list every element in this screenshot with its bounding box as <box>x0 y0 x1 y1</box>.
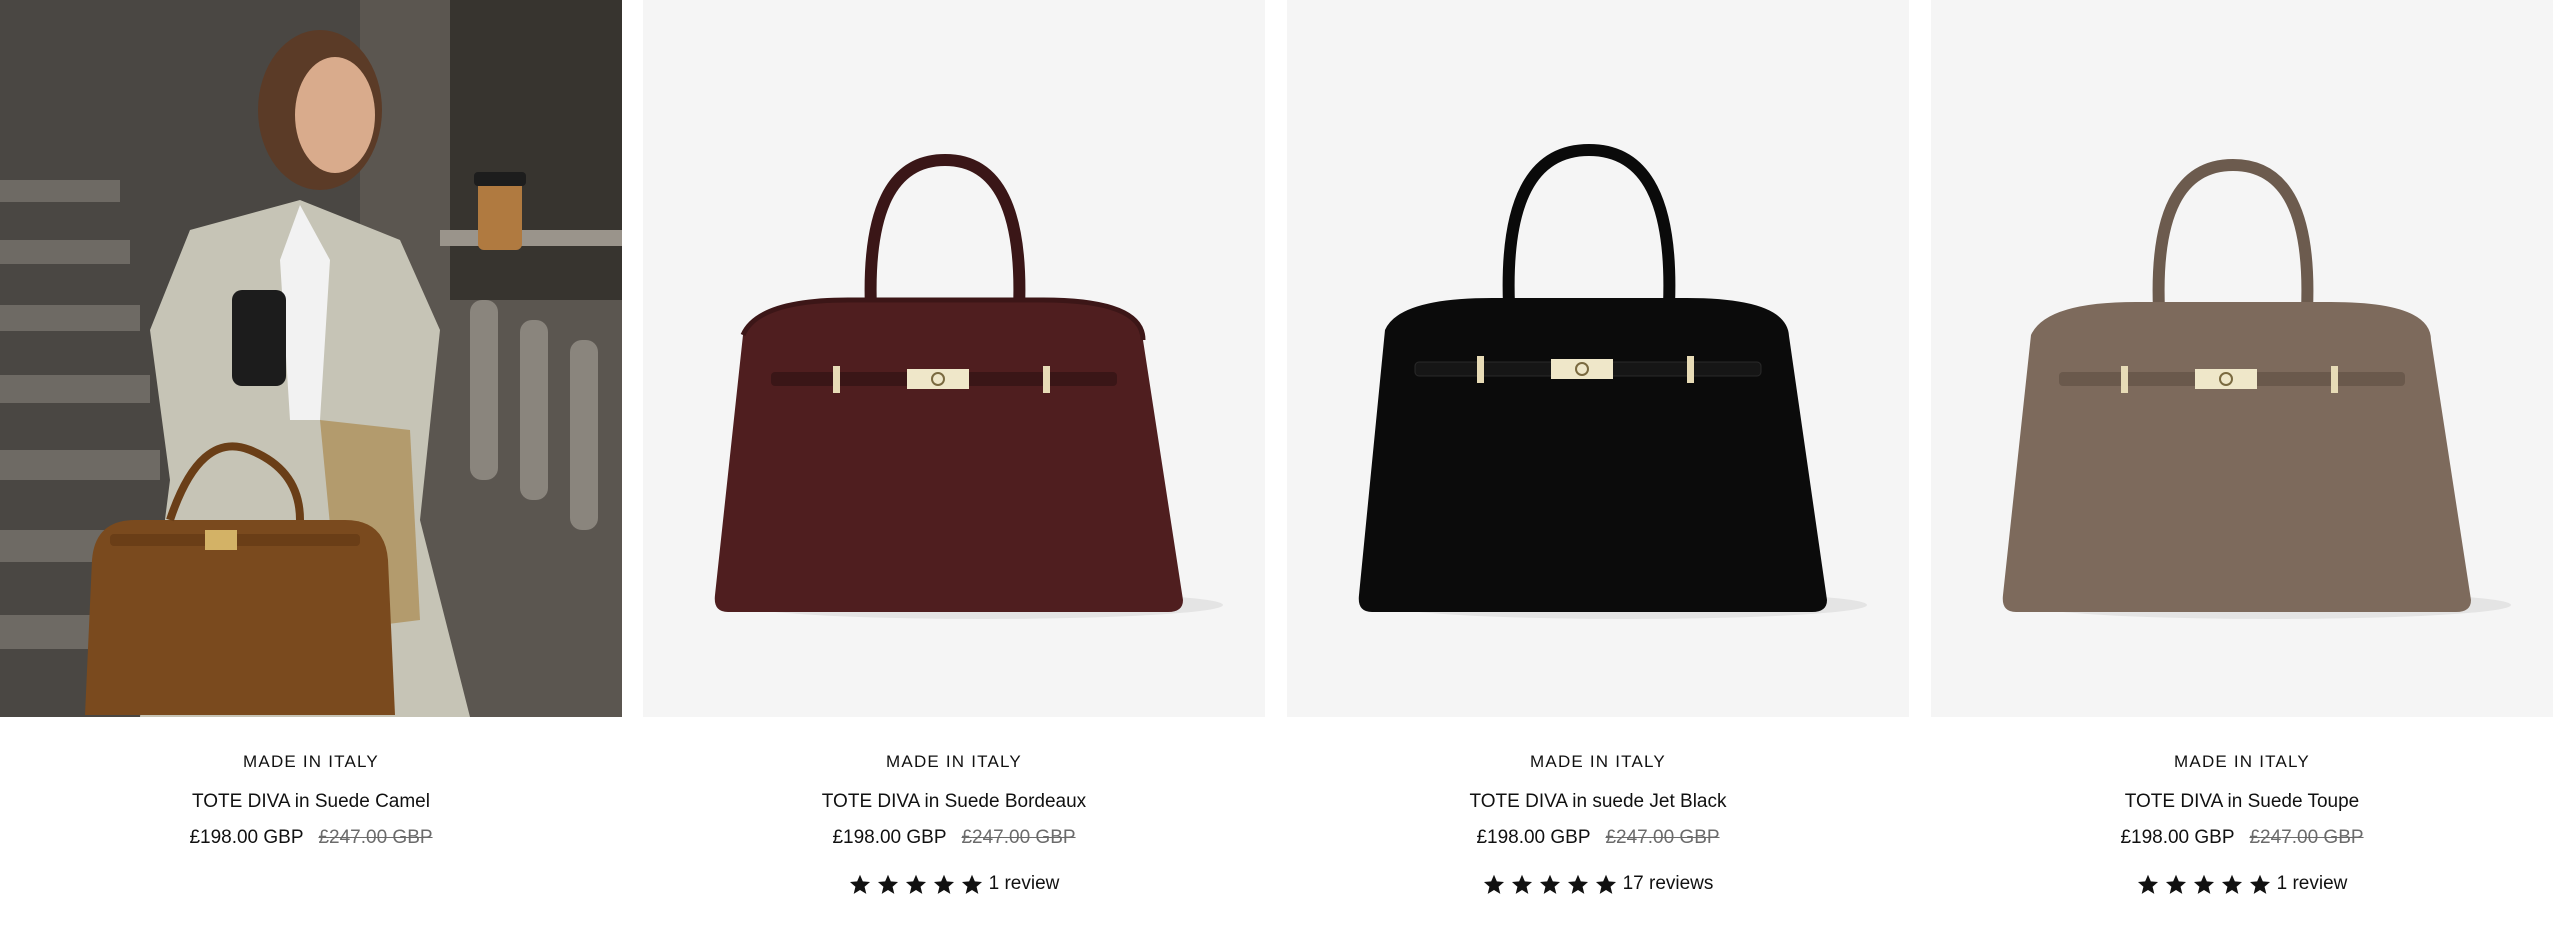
product-rating[interactable]: 17 reviews <box>1287 873 1909 895</box>
handbag-black-image <box>1358 143 1867 619</box>
product-title-link[interactable]: TOTE DIVA in Suede Toupe <box>2125 791 2359 813</box>
lifestyle-photo <box>0 0 622 717</box>
star-icon <box>961 874 983 895</box>
star-rating <box>1483 874 1617 895</box>
sale-price: £198.00 GBP <box>2120 827 2235 848</box>
compare-price: £247.00 GBP <box>2249 827 2364 848</box>
compare-price: £247.00 GBP <box>1605 827 1720 848</box>
product-rating[interactable]: 1 review <box>1931 873 2553 895</box>
compare-price: £247.00 GBP <box>961 827 1076 848</box>
sale-price: £198.00 GBP <box>1476 827 1591 848</box>
star-icon <box>877 874 899 895</box>
star-icon <box>2137 874 2159 895</box>
star-icon <box>1539 874 1561 895</box>
product-eyebrow: MADE IN ITALY <box>886 752 1022 771</box>
product-image[interactable] <box>1287 0 1909 717</box>
handbag-toupe-image <box>2002 158 2511 619</box>
star-rating <box>849 874 983 895</box>
star-icon <box>933 874 955 895</box>
product-title-link[interactable]: TOTE DIVA in suede Jet Black <box>1470 791 1727 813</box>
star-icon <box>2249 874 2271 895</box>
star-icon <box>1511 874 1533 895</box>
product-image[interactable] <box>643 0 1265 717</box>
product-title-link[interactable]: TOTE DIVA in Suede Bordeaux <box>822 791 1086 813</box>
star-icon <box>2193 874 2215 895</box>
star-icon <box>1483 874 1505 895</box>
product-card: MADE IN ITALY TOTE DIVA in Suede Camel £… <box>0 0 622 933</box>
product-eyebrow: MADE IN ITALY <box>2174 752 2310 771</box>
review-count: 1 review <box>988 873 1060 894</box>
star-icon <box>2165 874 2187 895</box>
review-count: 1 review <box>2276 873 2348 894</box>
product-image[interactable] <box>0 0 622 717</box>
product-prices: £198.00 GBP £247.00 GBP <box>643 827 1265 849</box>
star-icon <box>2221 874 2243 895</box>
product-title-link[interactable]: TOTE DIVA in Suede Camel <box>192 791 430 813</box>
handbag-bordeaux-image <box>714 153 1223 619</box>
product-rating[interactable]: 1 review <box>643 873 1265 895</box>
product-grid: MADE IN ITALY TOTE DIVA in Suede Camel £… <box>0 0 2560 933</box>
product-prices: £198.00 GBP £247.00 GBP <box>1931 827 2553 849</box>
star-rating <box>2137 874 2271 895</box>
star-icon <box>905 874 927 895</box>
sale-price: £198.00 GBP <box>832 827 947 848</box>
product-card: MADE IN ITALY TOTE DIVA in suede Jet Bla… <box>1287 0 1909 933</box>
review-count: 17 reviews <box>1622 873 1714 894</box>
compare-price: £247.00 GBP <box>318 827 433 848</box>
star-icon <box>1595 874 1617 895</box>
star-icon <box>849 874 871 895</box>
product-eyebrow: MADE IN ITALY <box>1530 752 1666 771</box>
product-image[interactable] <box>1931 0 2553 717</box>
product-prices: £198.00 GBP £247.00 GBP <box>1287 827 1909 849</box>
product-card: MADE IN ITALY TOTE DIVA in Suede Bordeau… <box>643 0 1265 933</box>
sale-price: £198.00 GBP <box>189 827 304 848</box>
product-eyebrow: MADE IN ITALY <box>243 752 379 771</box>
product-prices: £198.00 GBP £247.00 GBP <box>0 827 622 849</box>
product-card: MADE IN ITALY TOTE DIVA in Suede Toupe £… <box>1931 0 2553 933</box>
star-icon <box>1567 874 1589 895</box>
